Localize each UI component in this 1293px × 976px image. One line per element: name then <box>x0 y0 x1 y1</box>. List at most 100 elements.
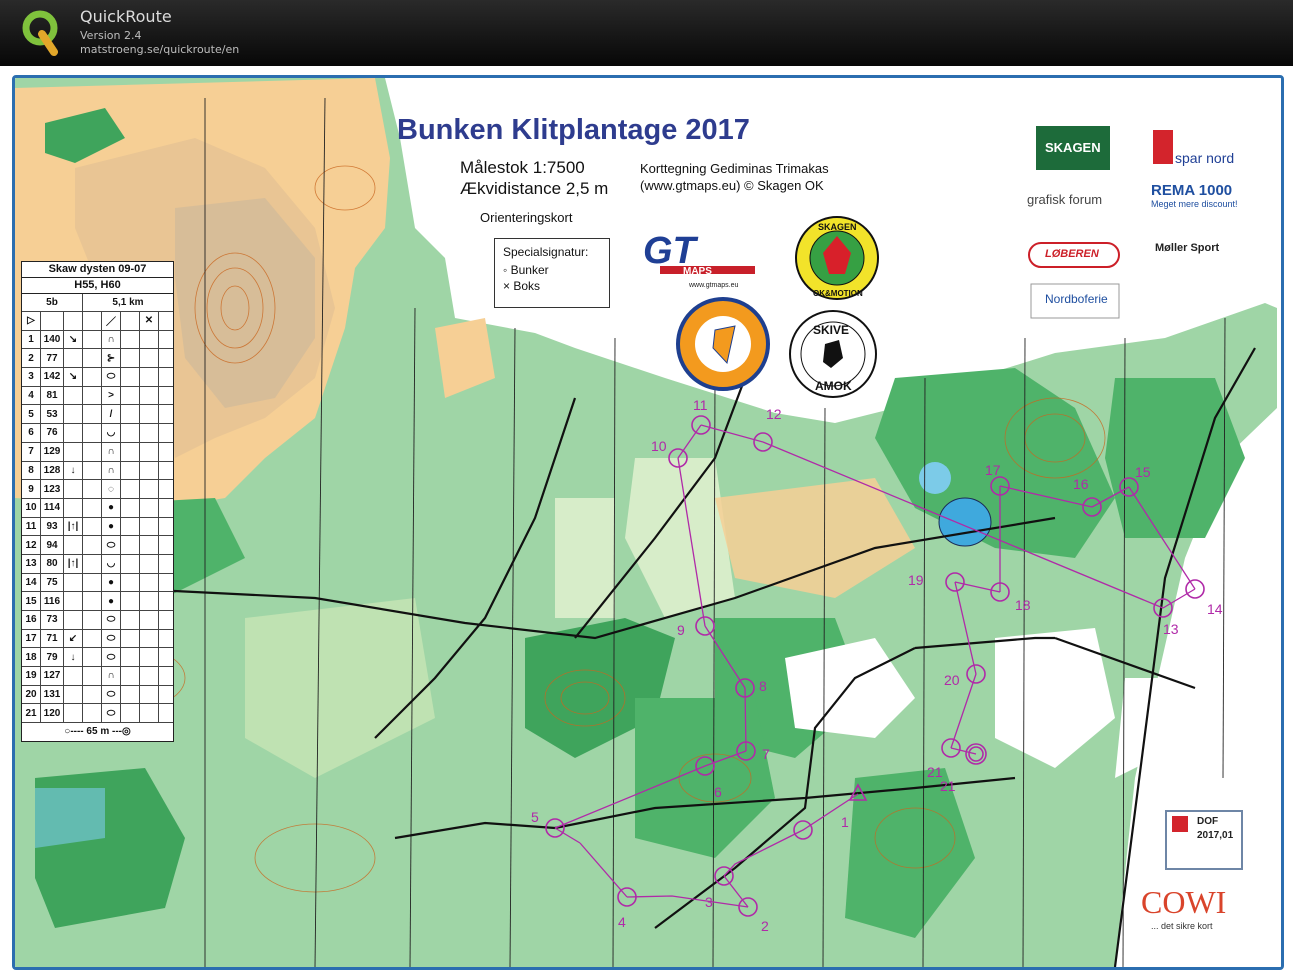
cd-feature: ⬭ <box>102 611 121 629</box>
cd-row: 11 93 |↑| ● <box>22 517 173 537</box>
sponsor-cowi-tagline: ... det sikre kort <box>1151 921 1213 931</box>
title-bar: QuickRoute Version 2.4 matstroeng.se/qui… <box>0 0 1293 66</box>
map-credit: (www.gtmaps.eu) © Skagen OK <box>640 178 824 193</box>
sponsor-spar-nord: spar nord <box>1175 150 1235 166</box>
dof-year: 2017,01 <box>1197 830 1234 841</box>
cd-direction: ↓ <box>64 461 83 480</box>
cd-number: 10 <box>22 498 41 517</box>
cd-direction <box>64 704 83 723</box>
map-scale: Målestok 1:7500 <box>460 158 585 177</box>
cd-blank <box>159 518 173 536</box>
cross-icon: ✕ <box>140 312 159 330</box>
cd-blank <box>140 480 159 498</box>
cd-blank <box>159 611 173 629</box>
cd-blank <box>159 368 173 386</box>
cd-number: 13 <box>22 554 41 573</box>
cd-blank <box>159 667 173 685</box>
cd-direction <box>64 536 83 554</box>
cd-blank <box>121 349 140 368</box>
bunker-icon: ◦ <box>503 263 511 277</box>
cd-direction <box>64 349 83 368</box>
sponsor-grafisk-forum: grafisk forum <box>1027 192 1103 207</box>
cd-number: 17 <box>22 629 41 648</box>
legend-item: ◦ Bunker <box>503 263 549 277</box>
sponsor-loberen: LØBEREN <box>1045 248 1099 260</box>
svg-text:SKAGEN: SKAGEN <box>818 222 857 232</box>
cd-direction <box>64 667 83 685</box>
cd-direction: ↘ <box>64 368 83 386</box>
control-number: 14 <box>1207 601 1223 617</box>
cd-blank <box>121 330 140 349</box>
control-number: 8 <box>759 678 767 694</box>
cd-number: 9 <box>22 480 41 498</box>
cd-row: 17 71 ↙ ⬭ <box>22 629 173 649</box>
map-equidistance: Ækvidistance 2,5 m <box>460 179 609 198</box>
cd-start-row: ▷ ／ ✕ <box>22 312 173 331</box>
cd-code: 129 <box>41 442 64 461</box>
cd-feature: ● <box>102 498 121 517</box>
cd-direction: |↑| <box>64 517 83 536</box>
cd-number: 6 <box>22 424 41 442</box>
cd-row: 18 79 ↓ ⬭ <box>22 648 173 668</box>
control-number: 7 <box>762 746 770 762</box>
cd-number: 11 <box>22 517 41 536</box>
cd-feature: ⬭ <box>102 685 121 704</box>
map-viewport[interactable]: GT MAPS www.gtmaps.eu SKAGEN OK&MOTION S… <box>12 75 1284 970</box>
cd-blank <box>159 574 173 592</box>
cd-blank <box>121 405 140 424</box>
map-title: Bunken Klitplantage 2017 <box>397 114 750 146</box>
dof-logo-icon <box>1172 816 1188 832</box>
orienteering-map[interactable]: GT MAPS www.gtmaps.eu SKAGEN OK&MOTION S… <box>15 78 1281 967</box>
cd-blank <box>140 704 159 723</box>
cd-code: 77 <box>41 349 64 368</box>
cd-row: 21 120 ⬭ <box>22 704 173 724</box>
cd-blank <box>159 443 173 461</box>
cd-blank <box>140 330 159 349</box>
cd-code: 94 <box>41 536 64 554</box>
cd-blank <box>83 554 102 573</box>
cd-code: 79 <box>41 648 64 667</box>
sponsor-rema-tagline: Meget mere discount! <box>1151 199 1238 209</box>
cd-blank <box>140 517 159 536</box>
cd-finish: ○---- 65 m ---◎ <box>64 726 131 738</box>
cd-blank <box>140 648 159 667</box>
cd-blank <box>140 536 159 554</box>
dof-label: DOF <box>1197 816 1219 827</box>
cd-feature: / <box>102 405 121 424</box>
cd-number: 2 <box>22 349 41 368</box>
cd-row: 1 140 ↘ ∩ <box>22 330 173 350</box>
control-number: 3 <box>705 894 713 910</box>
cd-blank <box>121 592 140 610</box>
cd-direction <box>64 442 83 461</box>
control-number: 11 <box>693 397 708 413</box>
cd-blank <box>121 667 140 685</box>
cd-direction <box>64 573 83 592</box>
cd-code: 81 <box>41 386 64 405</box>
cd-blank <box>83 517 102 536</box>
cd-row: 6 76 ◡ <box>22 424 173 443</box>
cd-blank <box>83 648 102 667</box>
skagen-ok-logo-icon: SKAGEN OK&MOTION <box>795 216 879 300</box>
control-number: 10 <box>651 438 667 454</box>
cd-code: 53 <box>41 405 64 424</box>
cd-number: 14 <box>22 573 41 592</box>
cd-number: 12 <box>22 536 41 554</box>
cd-blank <box>159 331 173 349</box>
cd-feature: ⬭ <box>102 704 121 723</box>
cd-blank <box>121 648 140 667</box>
cd-blank <box>159 424 173 442</box>
cd-blank <box>83 349 102 368</box>
cd-code: 131 <box>41 685 64 704</box>
cd-finish-row: ○---- 65 m ---◎ <box>22 723 173 741</box>
cd-number: 3 <box>22 368 41 386</box>
cd-blank <box>140 498 159 517</box>
control-number: 9 <box>677 622 685 638</box>
cd-number: 21 <box>22 704 41 723</box>
svg-text:OK&MOTION: OK&MOTION <box>813 289 863 298</box>
cd-feature: ◡ <box>102 554 121 573</box>
control-number: 20 <box>944 672 960 688</box>
cd-blank <box>83 498 102 517</box>
cd-code: 73 <box>41 611 64 629</box>
cd-blank <box>140 592 159 610</box>
cd-blank <box>83 330 102 349</box>
